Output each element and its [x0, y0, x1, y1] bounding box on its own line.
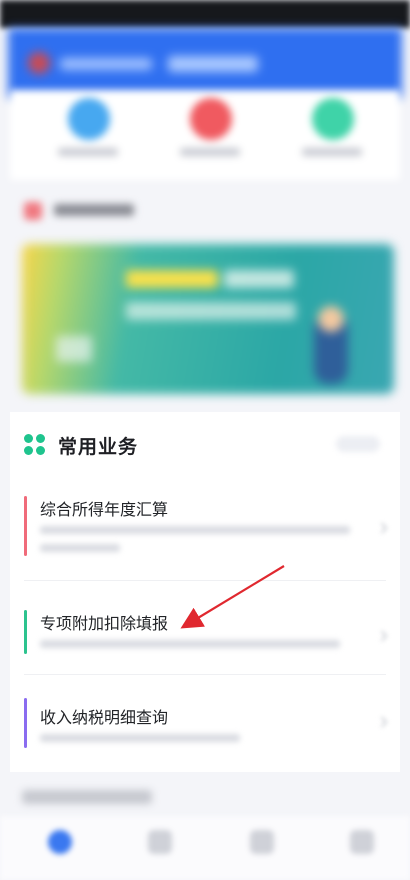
bottom-section-title [22, 790, 152, 804]
banner-headline-rest [224, 270, 294, 288]
tab-3-icon[interactable] [250, 830, 274, 854]
common-business-header: 常用业务 [10, 412, 400, 472]
chevron-right-icon [376, 716, 388, 728]
chevron-right-icon [376, 522, 388, 534]
item-accent-bar [24, 610, 27, 654]
tab-4-icon[interactable] [350, 830, 374, 854]
app-header [8, 28, 402, 98]
more-button[interactable] [336, 436, 380, 452]
header-location[interactable] [60, 58, 152, 70]
quick-action-1-label [58, 148, 118, 156]
common-business-card: 常用业务 综合所得年度汇算 专项附加扣除填报 收入纳税明细查询 [10, 412, 400, 772]
item-accent-bar [24, 496, 27, 556]
quick-action-2-label [180, 148, 240, 156]
banner-number [56, 336, 92, 362]
business-item-income-tax-query[interactable]: 收入纳税明细查询 [24, 698, 394, 756]
common-business-title: 常用业务 [58, 436, 139, 458]
quick-action-3-icon[interactable] [312, 98, 354, 140]
business-item-description [40, 734, 240, 742]
divider [24, 580, 386, 581]
header-search[interactable] [168, 56, 258, 72]
quick-action-1-icon[interactable] [68, 98, 110, 140]
banner-subline [126, 302, 296, 320]
banner-figure-head [318, 306, 344, 332]
business-item-label: 综合所得年度汇算 [40, 500, 169, 519]
item-accent-bar [24, 698, 27, 748]
business-item-description [40, 640, 340, 648]
business-item-label: 专项附加扣除填报 [40, 614, 169, 633]
news-section-title [54, 204, 134, 216]
status-bar [0, 0, 410, 28]
banner-headline [126, 270, 218, 288]
business-item-special-deduction[interactable]: 专项附加扣除填报 [24, 610, 394, 662]
tab-2-icon[interactable] [148, 830, 172, 854]
app-logo-icon [28, 52, 50, 74]
promo-banner[interactable] [22, 244, 394, 394]
quick-actions-card [10, 90, 400, 180]
bottom-tab-bar [0, 816, 410, 880]
screen: 常用业务 综合所得年度汇算 专项附加扣除填报 收入纳税明细查询 [0, 0, 410, 880]
news-icon [24, 202, 42, 220]
divider [24, 674, 386, 675]
business-item-description [40, 526, 350, 534]
business-item-label: 收入纳税明细查询 [40, 708, 169, 727]
business-item-annual-settlement[interactable]: 综合所得年度汇算 [24, 496, 394, 566]
quick-action-2-icon[interactable] [190, 98, 232, 140]
quick-action-3-label [302, 148, 362, 156]
clover-icon [24, 434, 46, 456]
news-section-header [10, 188, 400, 232]
chevron-right-icon [376, 630, 388, 642]
home-tab-icon[interactable] [48, 830, 72, 854]
business-item-description-2 [40, 544, 120, 552]
